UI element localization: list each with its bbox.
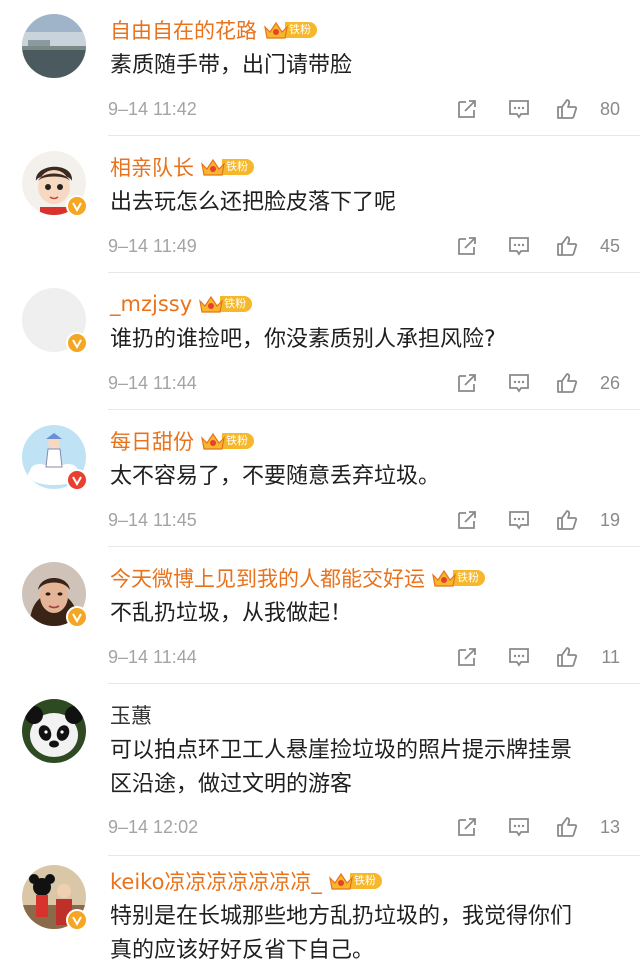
comment-time: 9–14 11:42 <box>108 98 197 119</box>
verified-badge <box>66 606 88 628</box>
divider <box>108 409 640 410</box>
divider <box>108 135 640 136</box>
fan-badge: 铁粉 <box>263 19 317 41</box>
avatar[interactable] <box>22 14 90 82</box>
username[interactable]: 今天微博上见到我的人都能交好运 <box>110 563 425 593</box>
comment-text-line: 区沿途，做过文明的游客 <box>110 772 353 797</box>
verified-badge <box>66 909 88 931</box>
thumbs-up-icon[interactable] <box>554 233 580 259</box>
comment-icon[interactable] <box>506 96 532 122</box>
fan-tag: 铁粉 <box>222 159 254 175</box>
fan-badge: 铁粉 <box>328 870 382 892</box>
comment-time: 9–14 11:49 <box>108 235 197 256</box>
fan-badge: 铁粉 <box>200 430 254 452</box>
comment-time: 9–14 12:02 <box>108 816 199 837</box>
avatar-image <box>22 14 86 78</box>
like-count: 11 <box>601 646 620 667</box>
comment-icon[interactable] <box>506 370 532 396</box>
share-icon[interactable] <box>454 507 480 533</box>
like-count: 19 <box>599 509 620 530</box>
username[interactable]: 每日甜份 <box>110 426 194 456</box>
avatar[interactable] <box>22 699 90 767</box>
comment-icon[interactable] <box>506 644 532 670</box>
fan-tag: 铁粉 <box>285 22 317 38</box>
avatar-image <box>22 699 86 763</box>
divider <box>108 855 640 856</box>
fan-badge: 铁粉 <box>198 293 253 315</box>
crown-icon <box>328 870 354 892</box>
username[interactable]: keiko凉凉凉凉凉凉凉_ <box>110 866 322 896</box>
thumbs-up-icon[interactable] <box>554 96 580 122</box>
crown-icon <box>263 19 289 41</box>
comment-text: 可以拍点环卫工人悬崖捡垃圾的照片提示牌挂景 区沿途，做过文明的游客 <box>110 734 620 802</box>
thumbs-up-icon[interactable] <box>554 370 580 396</box>
share-icon[interactable] <box>454 370 480 396</box>
comment-text-line: 真的应该好好反省下自己。 <box>110 938 375 963</box>
divider <box>108 272 640 273</box>
comment-icon[interactable] <box>506 814 532 840</box>
divider <box>108 546 640 547</box>
avatar[interactable] <box>22 865 90 933</box>
fan-tag: 铁粉 <box>222 433 254 449</box>
comment-text: 不乱扔垃圾，从我做起！ <box>110 601 353 626</box>
comment-text: 出去玩怎么还把脸皮落下了呢 <box>110 190 397 215</box>
avatar[interactable] <box>22 425 90 493</box>
share-icon[interactable] <box>454 233 480 259</box>
crown-icon <box>200 156 226 178</box>
username[interactable]: 相亲队长 <box>110 152 194 182</box>
avatar[interactable] <box>22 562 90 630</box>
comment-text: 素质随手带，出门请带脸 <box>110 53 353 78</box>
thumbs-up-icon[interactable] <box>554 507 580 533</box>
crown-icon <box>431 567 457 589</box>
share-icon[interactable] <box>454 644 480 670</box>
like-count: 26 <box>599 372 620 393</box>
username[interactable]: _mzjssy <box>110 292 192 316</box>
like-count: 80 <box>599 98 620 119</box>
comment-icon[interactable] <box>506 507 532 533</box>
comment-text-line: 特别是在长城那些地方乱扔垃圾的，我觉得你们 <box>110 904 573 929</box>
fan-tag: 铁粉 <box>453 570 485 586</box>
thumbs-up-icon[interactable] <box>554 814 580 840</box>
username[interactable]: 玉蕙 <box>110 700 152 730</box>
share-icon[interactable] <box>454 96 480 122</box>
comment-text: 谁扔的谁捡吧，你没素质别人承担风险? <box>110 327 496 352</box>
crown-icon <box>200 430 226 452</box>
username[interactable]: 自由自在的花路 <box>110 15 257 45</box>
verified-badge <box>66 195 88 217</box>
comment-time: 9–14 11:44 <box>108 646 197 667</box>
avatar[interactable] <box>22 151 90 219</box>
crown-icon <box>198 293 224 315</box>
comment-time: 9–14 11:45 <box>108 509 197 530</box>
comment-text-line: 可以拍点环卫工人悬崖捡垃圾的照片提示牌挂景 <box>110 738 573 763</box>
verified-badge <box>66 469 88 491</box>
verified-badge <box>66 332 88 354</box>
divider <box>108 683 640 684</box>
share-icon[interactable] <box>454 814 480 840</box>
like-count: 45 <box>599 235 620 256</box>
avatar[interactable] <box>22 288 90 356</box>
fan-badge: 铁粉 <box>431 567 485 589</box>
fan-tag: 铁粉 <box>349 873 382 889</box>
comment-icon[interactable] <box>506 233 532 259</box>
comment-text: 特别是在长城那些地方乱扔垃圾的，我觉得你们 真的应该好好反省下自己。 <box>110 900 620 968</box>
comment-text: 太不容易了，不要随意丢弃垃圾。 <box>110 464 441 489</box>
like-count: 13 <box>599 816 620 837</box>
comment-time: 9–14 11:44 <box>108 372 197 393</box>
fan-tag: 铁粉 <box>220 296 253 312</box>
thumbs-up-icon[interactable] <box>554 644 580 670</box>
fan-badge: 铁粉 <box>200 156 254 178</box>
